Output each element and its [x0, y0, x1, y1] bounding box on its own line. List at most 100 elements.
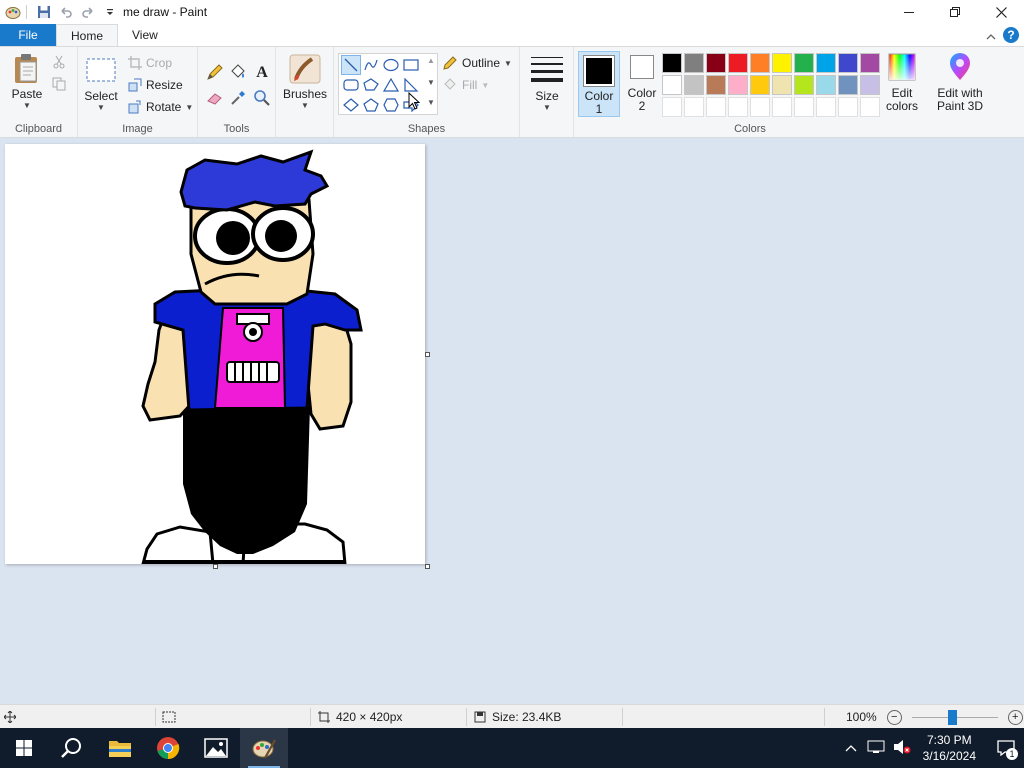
help-icon[interactable]: ? — [1002, 26, 1020, 47]
tab-file[interactable]: File — [0, 24, 56, 46]
palette-swatch[interactable] — [728, 53, 748, 73]
undo-icon[interactable] — [55, 1, 77, 23]
palette-swatch[interactable] — [860, 75, 880, 95]
paint-taskbar-button[interactable] — [240, 728, 288, 768]
zoom-in-button[interactable]: + — [1007, 709, 1023, 725]
paint-app-icon[interactable] — [2, 1, 24, 23]
search-button[interactable] — [48, 728, 96, 768]
save-icon[interactable] — [33, 1, 55, 23]
photos-button[interactable] — [192, 728, 240, 768]
palette-swatch[interactable] — [860, 53, 880, 73]
drawing-canvas[interactable] — [5, 144, 430, 569]
paste-dropdown-icon[interactable]: ▼ — [23, 101, 31, 110]
customize-qat-icon[interactable] — [99, 1, 121, 23]
cut-icon[interactable] — [52, 55, 66, 72]
palette-swatch[interactable] — [816, 53, 836, 73]
line-shape-icon[interactable] — [341, 55, 361, 75]
rotate-dropdown-icon[interactable]: ▼ — [185, 103, 193, 112]
network-icon[interactable] — [863, 740, 889, 757]
outline-button[interactable]: Outline ▼ — [442, 53, 512, 73]
clock[interactable]: 7:30 PM 3/16/2024 — [923, 732, 976, 764]
palette-swatch[interactable] — [662, 75, 682, 95]
palette-swatch[interactable] — [684, 75, 704, 95]
hexagon-shape-icon[interactable] — [381, 95, 401, 115]
size-dropdown-icon[interactable]: ▼ — [543, 103, 551, 112]
palette-swatch[interactable] — [772, 53, 792, 73]
custom-color-slot[interactable] — [750, 97, 770, 117]
rounded-rectangle-shape-icon[interactable] — [341, 75, 361, 95]
select-button[interactable]: Select ▼ — [84, 57, 118, 112]
custom-color-slot[interactable] — [706, 97, 726, 117]
custom-color-slot[interactable] — [662, 97, 682, 117]
zoom-out-button[interactable]: − — [886, 709, 902, 725]
shapes-scroll-down-icon[interactable]: ▼ — [425, 78, 437, 87]
pencil-icon[interactable] — [206, 63, 224, 84]
eraser-icon[interactable] — [206, 89, 224, 110]
palette-swatch[interactable] — [838, 53, 858, 73]
palette-swatch[interactable] — [794, 75, 814, 95]
paste-button[interactable]: Paste ▼ — [8, 53, 46, 110]
text-icon[interactable]: A — [253, 62, 271, 83]
fill-with-color-icon[interactable] — [229, 63, 247, 84]
color1-button[interactable]: Color 1 — [578, 51, 620, 117]
custom-color-slot[interactable] — [816, 97, 836, 117]
palette-swatch[interactable] — [662, 53, 682, 73]
resize-handle-right[interactable] — [425, 352, 430, 357]
custom-color-slot[interactable] — [684, 97, 704, 117]
custom-color-slot[interactable] — [860, 97, 880, 117]
notifications-button[interactable]: 1 — [988, 728, 1024, 768]
select-dropdown-icon[interactable]: ▼ — [97, 103, 105, 112]
size-button[interactable]: Size ▼ — [526, 55, 568, 112]
chrome-button[interactable] — [144, 728, 192, 768]
show-hidden-icons-icon[interactable] — [839, 741, 863, 755]
curve-shape-icon[interactable] — [361, 55, 381, 75]
palette-swatch[interactable] — [728, 75, 748, 95]
shapes-scroll-up-icon[interactable]: ▲ — [425, 56, 437, 65]
copy-icon[interactable] — [52, 77, 66, 94]
start-button[interactable] — [0, 728, 48, 768]
minimize-ribbon-icon[interactable] — [986, 30, 996, 44]
palette-swatch[interactable] — [706, 53, 726, 73]
palette-swatch[interactable] — [750, 75, 770, 95]
custom-color-slot[interactable] — [772, 97, 792, 117]
rotate-button[interactable]: Rotate ▼ — [128, 97, 193, 117]
palette-swatch[interactable] — [684, 53, 704, 73]
resize-button[interactable]: Resize — [128, 75, 183, 95]
magnifier-icon[interactable] — [253, 89, 271, 110]
palette-swatch[interactable] — [794, 53, 814, 73]
color-picker-icon[interactable] — [229, 89, 247, 110]
edit-colors-button[interactable]: Edit colors — [886, 53, 918, 113]
triangle-shape-icon[interactable] — [381, 75, 401, 95]
resize-handle-corner[interactable] — [425, 564, 430, 569]
zoom-slider[interactable] — [911, 709, 998, 725]
diamond-shape-icon[interactable] — [341, 95, 361, 115]
close-button[interactable] — [978, 0, 1024, 24]
shapes-expand-icon[interactable]: ▼ — [425, 98, 437, 107]
edit-with-paint3d-button[interactable]: Edit with Paint 3D — [930, 53, 990, 113]
palette-swatch[interactable] — [838, 75, 858, 95]
volume-muted-icon[interactable] — [889, 739, 915, 758]
palette-swatch[interactable] — [816, 75, 836, 95]
polygon-shape-icon[interactable] — [361, 75, 381, 95]
oval-shape-icon[interactable] — [381, 55, 401, 75]
restore-button[interactable] — [932, 0, 978, 24]
palette-swatch[interactable] — [750, 53, 770, 73]
fill-button[interactable]: Fill ▼ — [442, 75, 489, 95]
rectangle-shape-icon[interactable] — [401, 55, 421, 75]
minimize-button[interactable] — [886, 0, 932, 24]
palette-swatch[interactable] — [772, 75, 792, 95]
custom-color-slot[interactable] — [728, 97, 748, 117]
brushes-button[interactable]: Brushes ▼ — [282, 53, 328, 110]
brushes-dropdown-icon[interactable]: ▼ — [301, 101, 309, 110]
custom-color-slot[interactable] — [794, 97, 814, 117]
crop-button[interactable]: Crop — [128, 53, 172, 73]
color2-button[interactable]: Color 2 — [622, 53, 662, 113]
pentagon-shape-icon[interactable] — [361, 95, 381, 115]
palette-swatch[interactable] — [706, 75, 726, 95]
resize-handle-bottom[interactable] — [213, 564, 218, 569]
file-explorer-button[interactable] — [96, 728, 144, 768]
zoom-slider-thumb[interactable] — [947, 709, 957, 725]
custom-color-slot[interactable] — [838, 97, 858, 117]
tab-view[interactable]: View — [118, 24, 172, 46]
tab-home[interactable]: Home — [56, 24, 119, 47]
